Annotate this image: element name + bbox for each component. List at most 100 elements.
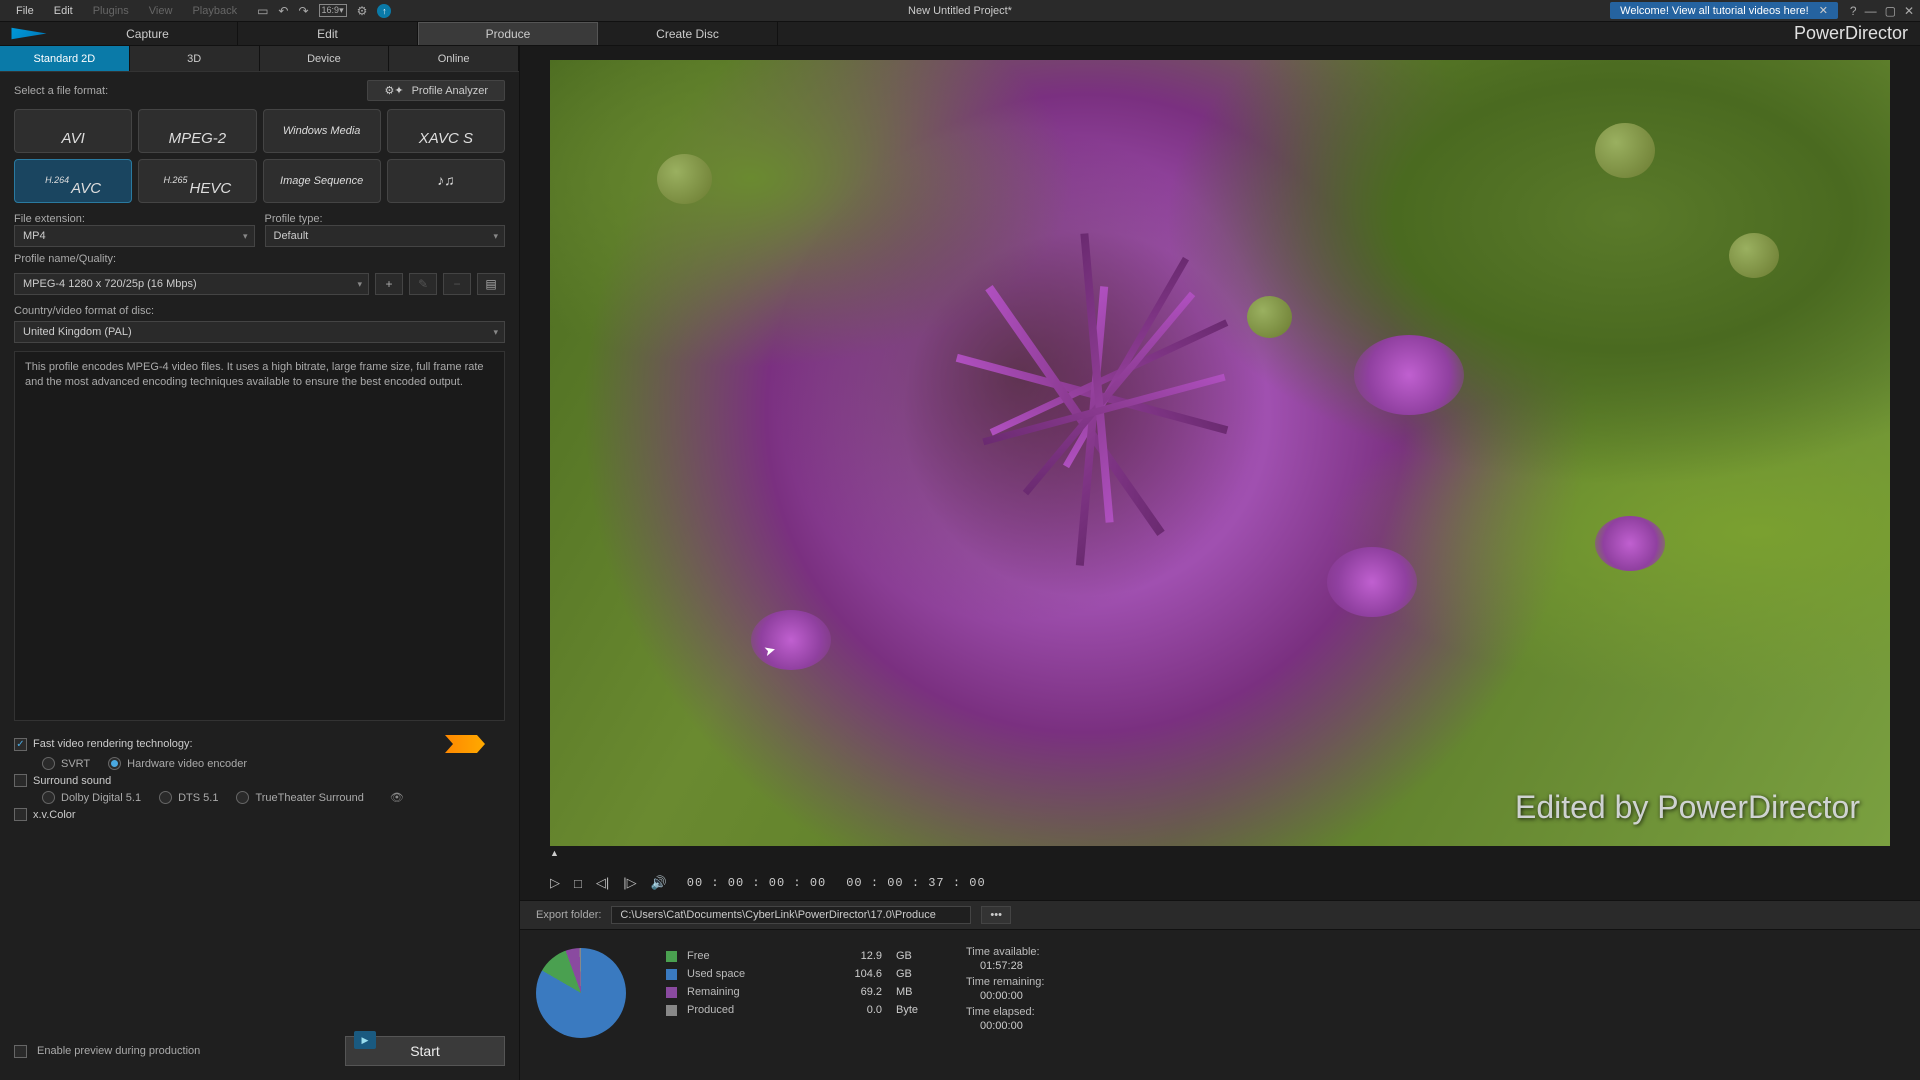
profile-details-button[interactable]: ▤ xyxy=(477,273,505,295)
legend-remaining: Remaining 69.2MB xyxy=(666,986,926,998)
menu-plugins: Plugins xyxy=(83,5,139,17)
cloud-icon[interactable]: ↑ xyxy=(377,4,391,18)
xvcolor-checkbox[interactable] xyxy=(14,808,27,821)
menu-edit[interactable]: Edit xyxy=(44,5,83,17)
volume-button[interactable]: 🔊 xyxy=(651,875,667,891)
edit-profile-button[interactable]: ✎ xyxy=(409,273,437,295)
subtab-3d[interactable]: 3D xyxy=(130,46,260,71)
format-xavcs[interactable]: XAVC S xyxy=(387,109,505,153)
format-audio[interactable]: ♪♫ xyxy=(387,159,505,203)
project-title: New Untitled Project* xyxy=(908,5,1012,17)
dts-radio[interactable] xyxy=(159,791,172,804)
aspect-icon[interactable]: 16:9▾ xyxy=(319,4,347,17)
menubar: File Edit Plugins View Playback ▭ ↶ ↷ 16… xyxy=(0,0,1920,22)
subtab-device[interactable]: Device xyxy=(260,46,390,71)
browse-folder-button[interactable]: ••• xyxy=(981,906,1011,924)
add-profile-button[interactable]: + xyxy=(375,273,403,295)
file-extension-label: File extension: xyxy=(14,213,85,225)
profile-analyzer-label: Profile Analyzer xyxy=(412,85,488,97)
menu-playback: Playback xyxy=(182,5,247,17)
subtab-online[interactable]: Online xyxy=(389,46,519,71)
surround-label: Surround sound xyxy=(33,775,111,787)
toolbar-icons: ▭ ↶ ↷ 16:9▾ ⚙ ↑ xyxy=(257,4,391,18)
preview-panel: Edited by PowerDirector ➤ ▷ □ ◁| |▷ 🔊 00… xyxy=(520,46,1920,1080)
music-notes-icon: ♪♫ xyxy=(437,173,455,188)
format-image-sequence[interactable]: Image Sequence xyxy=(263,159,381,203)
surround-preview-icon[interactable]: 👁 xyxy=(390,791,404,804)
prev-frame-button[interactable]: ◁| xyxy=(596,875,609,891)
analyzer-icon: ⚙✦ xyxy=(384,84,403,97)
mode-tab-produce[interactable]: Produce xyxy=(418,22,598,45)
redo-icon[interactable]: ↷ xyxy=(298,4,308,18)
format-h264-avc[interactable]: H.264AVC xyxy=(14,159,132,203)
swatch-free-icon xyxy=(666,951,677,962)
help-icon[interactable]: ? xyxy=(1850,4,1857,18)
welcome-close-icon[interactable]: ✕ xyxy=(1819,4,1828,17)
format-h265-hevc[interactable]: H.265HEVC xyxy=(138,159,256,203)
swatch-produced-icon xyxy=(666,1005,677,1016)
profile-analyzer-button[interactable]: ⚙✦ Profile Analyzer xyxy=(367,80,505,101)
fast-render-checkbox[interactable] xyxy=(14,738,27,751)
swatch-remaining-icon xyxy=(666,987,677,998)
welcome-banner[interactable]: Welcome! View all tutorial videos here! … xyxy=(1610,2,1838,19)
time-elapsed-value: 00:00:00 xyxy=(966,1020,1044,1032)
mode-tab-capture[interactable]: Capture xyxy=(58,22,238,45)
country-format-label: Country/video format of disc: xyxy=(14,305,505,317)
swatch-used-icon xyxy=(666,969,677,980)
country-format-dropdown[interactable]: United Kingdom (PAL) xyxy=(14,321,505,343)
legend-used: Used space 104.6GB xyxy=(666,968,926,980)
hw-encoder-radio[interactable] xyxy=(108,757,121,770)
brand-label: PowerDirector xyxy=(1794,22,1920,45)
menu-file[interactable]: File xyxy=(6,5,44,17)
preview-video: Edited by PowerDirector ➤ xyxy=(550,60,1890,846)
fast-render-label: Fast video rendering technology: xyxy=(33,738,193,750)
file-extension-dropdown[interactable]: MP4 xyxy=(14,225,255,247)
time-elapsed-label: Time elapsed: xyxy=(966,1006,1044,1018)
disk-usage-pie xyxy=(536,948,626,1038)
stop-button[interactable]: □ xyxy=(574,876,582,891)
surround-checkbox[interactable] xyxy=(14,774,27,787)
truetheater-label: TrueTheater Surround xyxy=(255,792,363,804)
watermark-text: Edited by PowerDirector xyxy=(1515,789,1860,826)
play-button[interactable]: ▷ xyxy=(550,875,560,891)
start-play-icon: ▶ xyxy=(354,1031,376,1049)
mode-tab-create-disc[interactable]: Create Disc xyxy=(598,22,778,45)
time-remaining-value: 00:00:00 xyxy=(966,990,1044,1002)
time-available-label: Time available: xyxy=(966,946,1044,958)
playback-controls: ▷ □ ◁| |▷ 🔊 00 : 00 : 00 : 00 00 : 00 : … xyxy=(520,866,1920,900)
hw-encoder-label: Hardware video encoder xyxy=(127,758,247,770)
menu-view: View xyxy=(139,5,183,17)
mode-tab-edit[interactable]: Edit xyxy=(238,22,418,45)
settings-icon[interactable]: ⚙ xyxy=(357,4,368,18)
time-available-value: 01:57:28 xyxy=(966,960,1044,972)
welcome-text: Welcome! View all tutorial videos here! xyxy=(1620,5,1809,17)
remove-profile-button[interactable]: − xyxy=(443,273,471,295)
close-icon[interactable]: ✕ xyxy=(1904,4,1914,18)
maximize-icon[interactable]: ▢ xyxy=(1885,4,1896,18)
format-avi[interactable]: AVI xyxy=(14,109,132,153)
enable-preview-checkbox[interactable] xyxy=(14,1045,27,1058)
timeline-scrubber[interactable] xyxy=(550,846,1890,862)
minimize-icon[interactable]: ― xyxy=(1865,4,1877,18)
profile-name-dropdown[interactable]: MPEG-4 1280 x 720/25p (16 Mbps) xyxy=(14,273,369,295)
time-remaining-label: Time remaining: xyxy=(966,976,1044,988)
enable-preview-label: Enable preview during production xyxy=(37,1045,200,1057)
truetheater-radio[interactable] xyxy=(236,791,249,804)
produce-panel: Standard 2D 3D Device Online Select a fi… xyxy=(0,46,520,1080)
profile-name-label: Profile name/Quality: xyxy=(14,253,505,265)
format-windows-media[interactable]: Windows Media xyxy=(263,109,381,153)
velocity-badge-icon xyxy=(445,735,485,753)
undo-icon[interactable]: ↶ xyxy=(278,4,288,18)
profile-type-dropdown[interactable]: Default xyxy=(265,225,506,247)
start-button[interactable]: ▶ Start xyxy=(345,1036,505,1066)
format-mpeg2[interactable]: MPEG-2 xyxy=(138,109,256,153)
profile-type-label: Profile type: xyxy=(265,213,323,225)
total-time: 00 : 00 : 37 : 00 xyxy=(846,876,985,890)
subtab-standard-2d[interactable]: Standard 2D xyxy=(0,46,130,71)
dolby-label: Dolby Digital 5.1 xyxy=(61,792,141,804)
new-project-icon[interactable]: ▭ xyxy=(257,4,268,18)
dolby-radio[interactable] xyxy=(42,791,55,804)
next-frame-button[interactable]: |▷ xyxy=(623,875,636,891)
legend-produced: Produced 0.0Byte xyxy=(666,1004,926,1016)
svrt-radio[interactable] xyxy=(42,757,55,770)
